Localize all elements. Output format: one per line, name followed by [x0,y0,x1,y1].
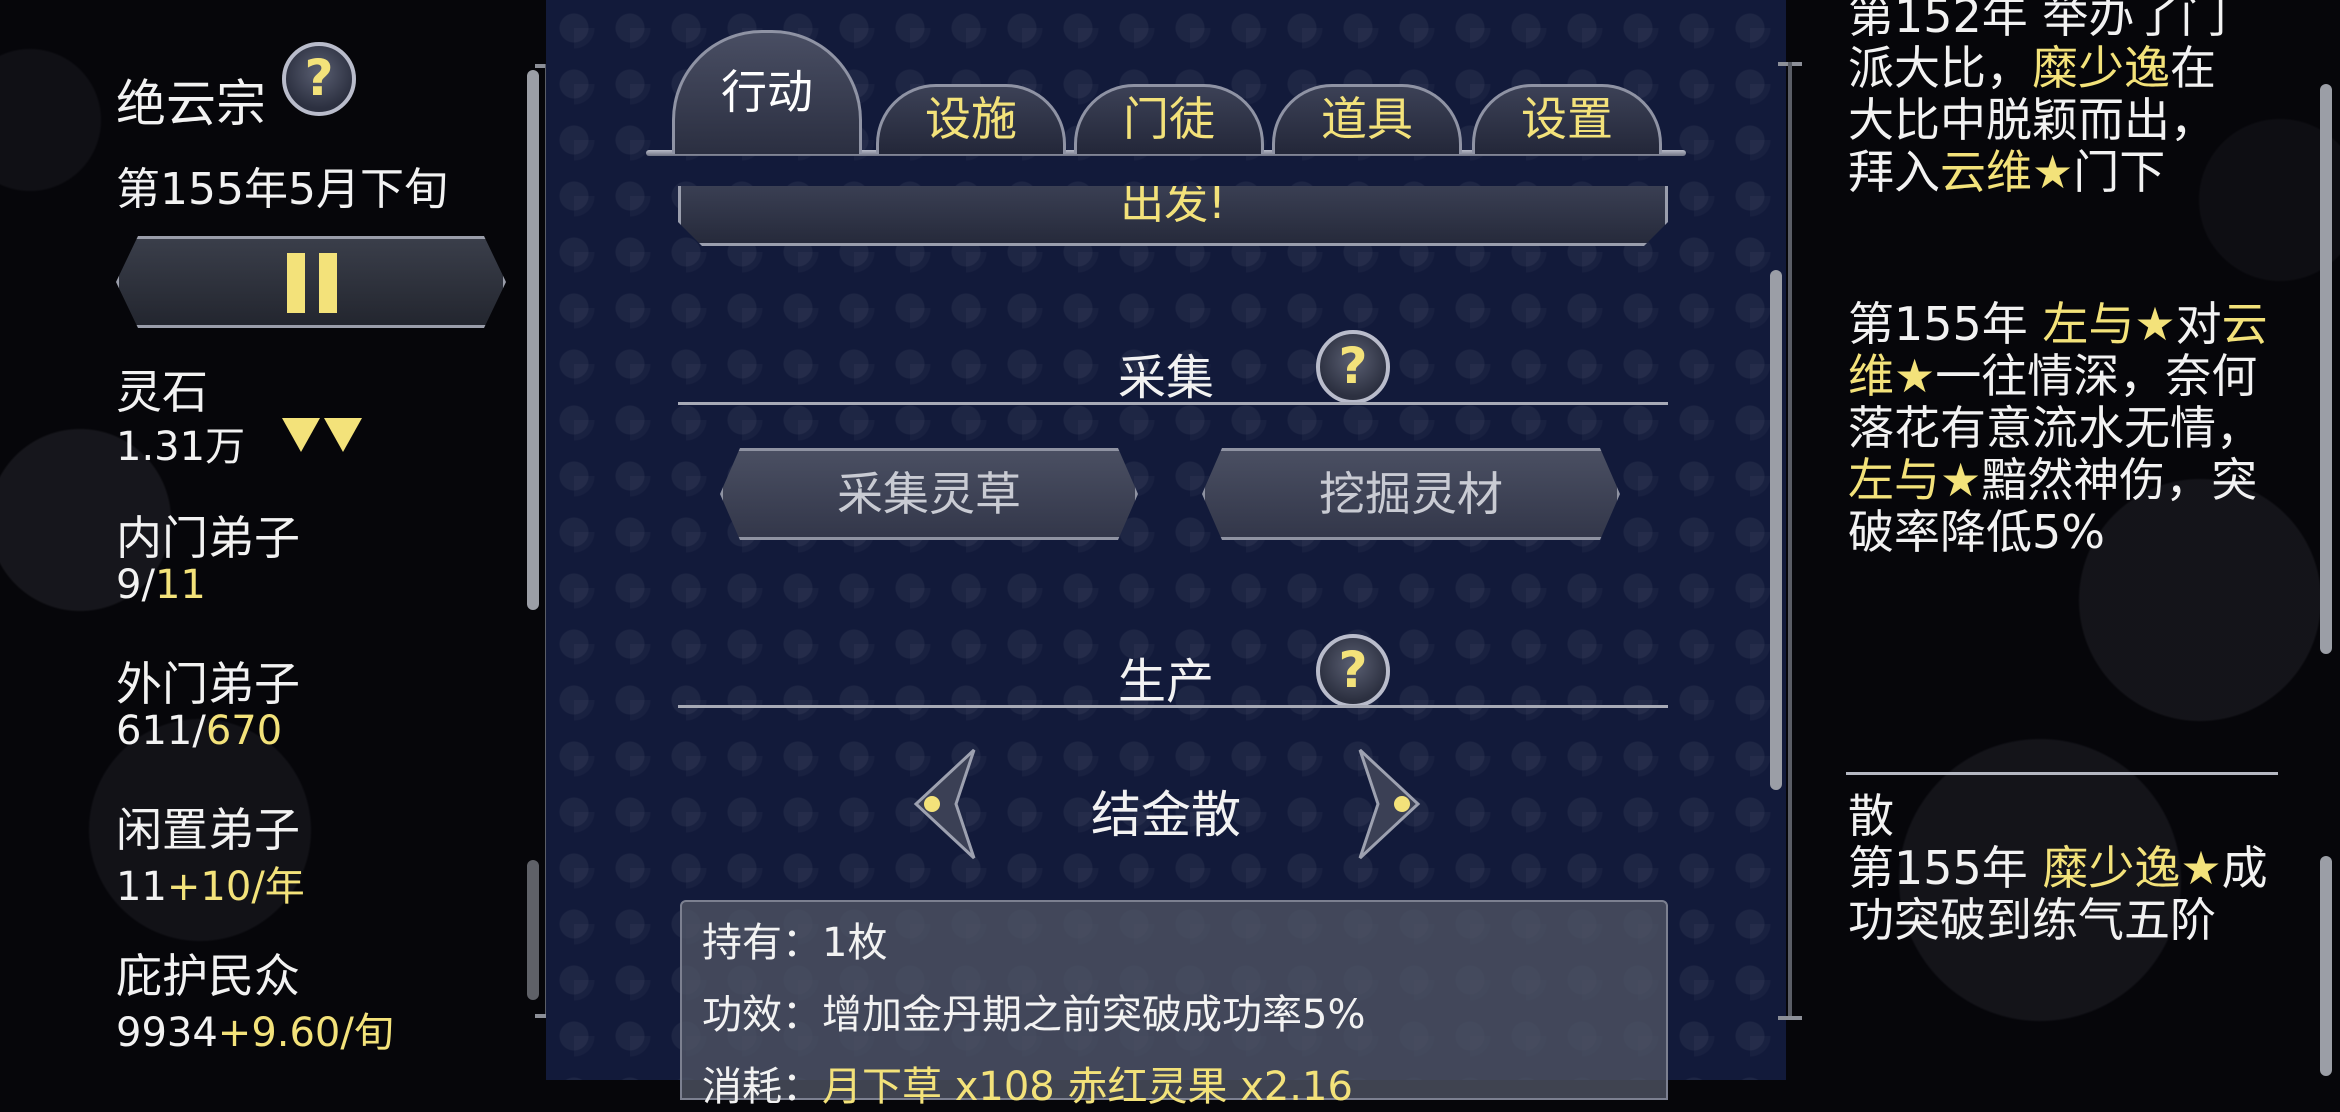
stat-current: 9934 [116,1010,218,1056]
pause-button[interactable] [116,236,506,328]
gather-section-title: 采集 [1117,350,1214,406]
down-triangle-icon [282,418,320,452]
info-label: 功效： [702,992,822,1038]
log-year: 第155年 [1848,297,2043,351]
info-value: 增加金丹期之前突破成功率5% [822,992,1366,1038]
info-value: 月下草 x108 赤红灵果 x2.16 [822,1064,1353,1110]
tab-label: 设置 [1521,92,1613,146]
log-line: 派大比，糜少逸在 [1848,42,2278,94]
depart-button[interactable]: 出发! [678,186,1668,246]
stat-label-inner-disciples: 内门弟子 [116,511,300,565]
log-text: 在 [2170,41,2216,95]
log-paragraph: 第155年 左与★对云维★一往情深，奈何落花有意流水无情，左与★黯然神伤，突破率… [1848,298,2278,558]
disciple-name: 左与★ [2042,297,2176,351]
stat-current: 11 [116,864,167,910]
produce-help-icon[interactable]: ? [1316,634,1390,708]
disciple-name: 云维★ [1940,145,2074,199]
tab-disciples[interactable]: 门徒 [1074,84,1264,154]
tab-label: 行动 [721,65,813,119]
log-paragraph: 第155年 糜少逸★成功突破到练气五阶 [1848,842,2278,946]
log-year: 第155年 [1848,841,2043,895]
event-log-panel: 第152年 举办了门 派大比，糜少逸在 大比中脱颖而出， 拜入云维★门下 第15… [1790,0,2340,1080]
produce-section-divider [678,705,1668,708]
stat-value-protected-people: 9934+9.60/旬 [116,1000,394,1058]
tab-settings[interactable]: 设置 [1472,84,1662,154]
disciple-name: 糜少逸 [2032,41,2170,95]
tab-facilities[interactable]: 设施 [876,84,1066,154]
produce-section-title: 生产 [1117,654,1214,710]
tab-items[interactable]: 道具 [1272,84,1462,154]
stat-capacity: 11 [154,562,206,608]
log-line: 第152年 举办了门 [1848,0,2227,43]
info-row-cost: 消耗：月下草 x108 赤红灵果 x2.16 [702,1054,1353,1112]
stat-value-inner-disciples: 9/11 [116,562,206,608]
stat-value-idle-disciples: 11+10/年 [116,854,305,912]
log-entry-competition: 第152年 举办了门 派大比，糜少逸在 大比中脱颖而出， 拜入云维★门下 [1848,0,2278,198]
info-label: 消耗： [702,1064,822,1110]
gather-section-divider [678,402,1668,405]
log-text: 派大比， [1848,41,2032,95]
left-scroll-thumb[interactable] [527,70,539,610]
stat-rate: +9.60/旬 [217,1010,394,1056]
stat-value-outer-disciples: 611/670 [116,708,282,754]
tab-label: 门徒 [1123,92,1215,146]
down-triangle-icon [324,418,362,452]
stat-current: 9/ [116,562,155,608]
game-date: 第155年5月下旬 [116,164,448,215]
tab-label: 设施 [925,92,1017,146]
stat-label-idle-disciples: 闲置弟子 [116,803,300,857]
next-item-arrow-icon[interactable] [1358,748,1422,860]
log-line: 拜入云维★门下 [1848,146,2278,198]
stat-capacity: 670 [205,708,283,754]
log-entry-breakthrough: 散 第155年 糜少逸★成功突破到练气五阶 [1848,790,2278,946]
stat-label-protected-people: 庇护民众 [116,949,300,1003]
stat-label-lingshi: 灵石 [116,365,208,419]
left-scroll-thumb-lower [527,860,539,1000]
dig-materials-button[interactable]: 挖掘灵材 [1202,448,1620,540]
center-scroll-thumb[interactable] [1770,270,1782,790]
log-divider [1846,772,2278,775]
production-item-name: 结金散 [1091,786,1241,844]
log-text: 对 [2175,297,2222,351]
stat-rate: +10/年 [166,864,305,910]
info-row-owned: 持有：1枚 [702,910,887,968]
info-value: 1枚 [822,920,888,966]
log-line: 大比中脱颖而出， [1848,93,2216,147]
log-entry-romance: 第155年 左与★对云维★一往情深，奈何落花有意流水无情，左与★黯然神伤，突破率… [1848,298,2278,558]
disciple-name: 左与★ [1848,453,1982,507]
sect-help-icon[interactable]: ? [282,42,356,116]
stat-label-outer-disciples: 外门弟子 [116,657,300,711]
log-scroll-thumb-upper[interactable] [2320,84,2332,654]
info-row-effect: 功效：增加金丹期之前突破成功率5% [702,982,1365,1040]
log-scroll-thumb-lower[interactable] [2320,856,2332,1076]
sect-name: 绝云宗 [116,75,266,133]
production-info-box: 持有：1枚 功效：增加金丹期之前突破成功率5% 消耗：月下草 x108 赤红灵果… [680,900,1668,1110]
gather-herbs-button[interactable]: 采集灵草 [720,448,1138,540]
log-text: 门下 [2073,145,2166,199]
stat-current: 611/ [116,708,206,754]
stat-value-lingshi: 1.31万 [116,424,246,470]
pause-icon-bar [319,253,337,313]
tab-action[interactable]: 行动 [672,30,862,154]
gather-help-icon[interactable]: ? [1316,330,1390,404]
info-label: 持有： [702,920,822,966]
action-panel: 出发! 行动 设施 门徒 道具 设置 采集 ? 采集灵草 挖掘灵材 生产 ? 结… [546,0,1786,1110]
log-line: 散 [1848,789,1894,843]
log-text: 拜入 [1848,145,1940,199]
disciple-name: 糜少逸★ [2042,841,2222,895]
pause-icon [287,253,305,313]
tab-label: 道具 [1321,92,1413,146]
sect-status-panel: 绝云宗 ? 第155年5月下旬 灵石 1.31万 内门弟子 9/11 外门弟子 … [0,0,559,1080]
